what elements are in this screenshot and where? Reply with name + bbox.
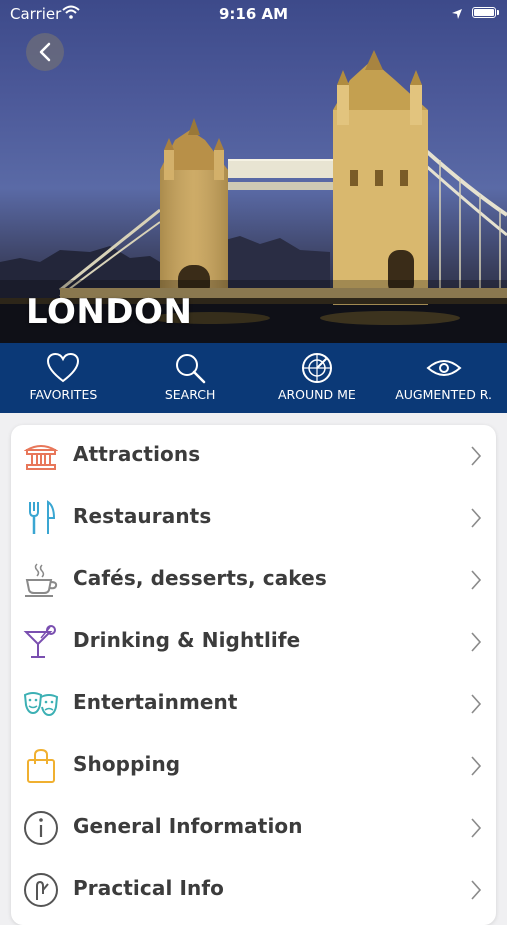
category-label: Drinking & Nightlife (73, 628, 301, 652)
museum-icon (23, 438, 59, 474)
nav-search-label: SEARCH (164, 387, 216, 402)
category-cafes[interactable]: Cafés, desserts, cakes (11, 549, 496, 611)
quick-nav-bar: FAVORITES SEARCH AROUND ME AUGMENTED R. (0, 343, 507, 413)
shopping-bag-icon (23, 748, 59, 784)
chevron-right-icon (469, 693, 483, 719)
chevron-left-icon (39, 42, 51, 62)
radar-icon (301, 353, 332, 383)
category-label: Attractions (73, 442, 201, 466)
info-icon (23, 810, 59, 846)
chevron-right-icon (469, 817, 483, 843)
nav-augmented-reality[interactable]: AUGMENTED R. (380, 343, 507, 413)
status-bar: Carrier 9:16 AM (0, 0, 507, 28)
chevron-right-icon (469, 507, 483, 533)
city-title: LONDON (26, 292, 193, 332)
back-button[interactable] (26, 33, 64, 71)
category-general-information[interactable]: General Information (11, 797, 496, 859)
hero-image: Carrier 9:16 AM LONDON (0, 0, 507, 343)
location-arrow-icon (451, 6, 463, 24)
fork-knife-icon (23, 500, 59, 536)
nav-search[interactable]: SEARCH (127, 343, 254, 413)
nav-around-me-label: AROUND ME (277, 387, 356, 402)
nav-augmented-label: AUGMENTED R. (395, 387, 492, 402)
category-label: Shopping (73, 752, 181, 776)
category-label: Cafés, desserts, cakes (73, 566, 327, 590)
category-label: Practical Info (73, 876, 224, 900)
battery-icon (472, 7, 496, 18)
chevron-right-icon (469, 631, 483, 657)
category-entertainment[interactable]: Entertainment (11, 673, 496, 735)
chevron-right-icon (469, 445, 483, 471)
chevron-right-icon (469, 755, 483, 781)
category-drinking-nightlife[interactable]: Drinking & Nightlife (11, 611, 496, 673)
theater-masks-icon (23, 686, 59, 722)
eye-icon (426, 360, 462, 376)
category-label: General Information (73, 814, 303, 838)
chevron-right-icon (469, 569, 483, 595)
coffee-cup-icon (23, 562, 59, 598)
category-attractions[interactable]: Attractions (11, 425, 496, 487)
nav-favorites[interactable]: FAVORITES (0, 343, 127, 413)
cocktail-icon (23, 624, 59, 660)
heart-icon (47, 352, 80, 383)
category-label: Restaurants (73, 504, 212, 528)
category-practical-info[interactable]: Practical Info (11, 859, 496, 921)
category-label: Entertainment (73, 690, 238, 714)
nav-around-me[interactable]: AROUND ME (254, 343, 381, 413)
clock: 9:16 AM (218, 5, 289, 23)
chevron-right-icon (469, 879, 483, 905)
nav-favorites-label: FAVORITES (29, 387, 98, 402)
category-restaurants[interactable]: Restaurants (11, 487, 496, 549)
search-icon (176, 354, 206, 384)
practical-info-icon (23, 872, 59, 908)
battery-tip (497, 10, 499, 15)
category-list: Attractions Restaurants Cafés, desserts,… (11, 425, 496, 925)
category-shopping[interactable]: Shopping (11, 735, 496, 797)
